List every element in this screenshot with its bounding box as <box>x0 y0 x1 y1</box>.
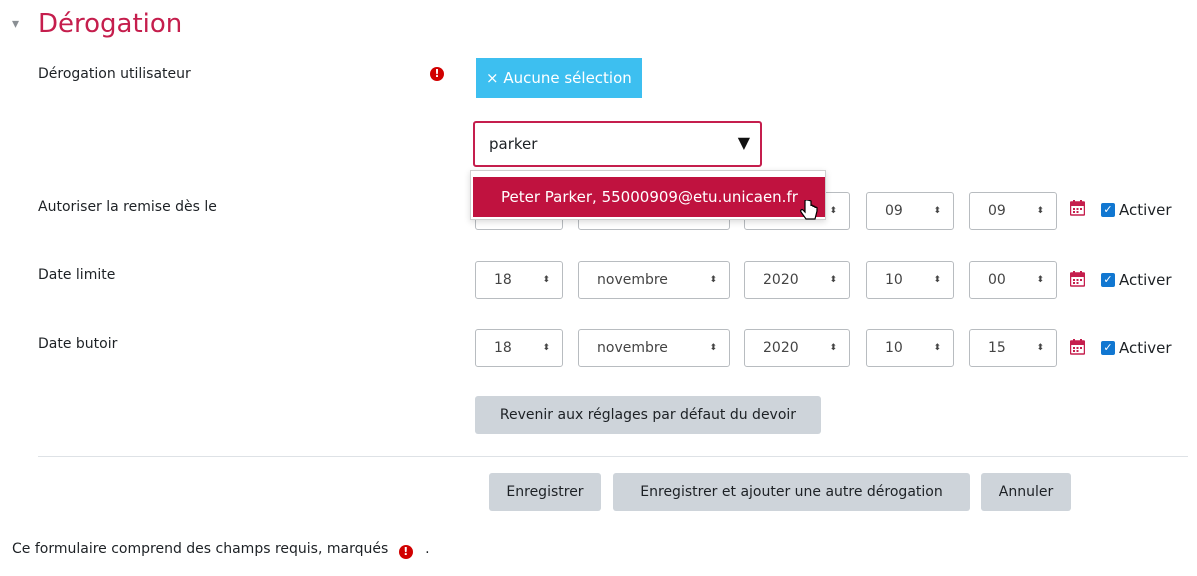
due-month-select[interactable]: novembre ⬍ <box>578 261 730 299</box>
collapse-toggle-icon[interactable]: ▾ <box>12 16 19 32</box>
cutoff-date-label: Date butoir <box>38 336 118 352</box>
required-note-suffix: . <box>425 541 430 557</box>
due-minute-value: 00 <box>988 272 1006 288</box>
cutoff-hour-value: 10 <box>885 340 903 356</box>
calendar-icon[interactable] <box>1069 271 1086 291</box>
save-button[interactable]: Enregistrer <box>489 473 601 511</box>
dropdown-toggle-icon[interactable]: ▼ <box>738 133 750 152</box>
cutoff-minute-select[interactable]: 15 ⬍ <box>969 329 1057 367</box>
cutoff-enable-checkbox[interactable]: ✓ <box>1101 341 1115 355</box>
select-arrow-icon: ⬍ <box>933 275 941 285</box>
user-override-label: Dérogation utilisateur <box>38 66 191 82</box>
due-year-value: 2020 <box>763 272 799 288</box>
save-add-another-button[interactable]: Enregistrer et ajouter une autre dérogat… <box>613 473 970 511</box>
cutoff-year-value: 2020 <box>763 340 799 356</box>
select-arrow-icon: ⬍ <box>709 275 717 285</box>
required-fields-note: Ce formulaire comprend des champs requis… <box>12 541 430 559</box>
required-icon: ! <box>430 67 444 81</box>
cutoff-day-select[interactable]: 18 ⬍ <box>475 329 563 367</box>
select-arrow-icon: ⬍ <box>829 343 837 353</box>
cutoff-month-value: novembre <box>597 340 668 356</box>
allow-hour-select[interactable]: 09 ⬍ <box>866 192 954 230</box>
select-arrow-icon: ⬍ <box>709 343 717 353</box>
divider <box>38 456 1188 457</box>
select-arrow-icon: ⬍ <box>1036 275 1044 285</box>
allow-minute-value: 09 <box>988 203 1006 219</box>
due-minute-select[interactable]: 00 ⬍ <box>969 261 1057 299</box>
suggestion-item[interactable]: Peter Parker, 55000909@etu.unicaen.fr <box>473 177 825 217</box>
due-year-select[interactable]: 2020 ⬍ <box>744 261 850 299</box>
due-enable-label[interactable]: Activer <box>1119 271 1172 289</box>
due-hour-value: 10 <box>885 272 903 288</box>
allow-minute-select[interactable]: 09 ⬍ <box>969 192 1057 230</box>
cutoff-minute-value: 15 <box>988 340 1006 356</box>
allow-hour-value: 09 <box>885 203 903 219</box>
cutoff-hour-select[interactable]: 10 ⬍ <box>866 329 954 367</box>
due-month-value: novembre <box>597 272 668 288</box>
cancel-button[interactable]: Annuler <box>981 473 1071 511</box>
section-title[interactable]: Dérogation <box>38 9 182 39</box>
select-arrow-icon: ⬍ <box>542 275 550 285</box>
allow-submissions-label: Autoriser la remise dès le <box>38 199 217 215</box>
select-arrow-icon: ⬍ <box>1036 206 1044 216</box>
select-arrow-icon: ⬍ <box>933 206 941 216</box>
select-arrow-icon: ⬍ <box>542 343 550 353</box>
required-note-text: Ce formulaire comprend des champs requis… <box>12 541 389 557</box>
select-arrow-icon: ⬍ <box>1036 343 1044 353</box>
due-hour-select[interactable]: 10 ⬍ <box>866 261 954 299</box>
select-arrow-icon: ⬍ <box>829 206 837 216</box>
allow-enable-label[interactable]: Activer <box>1119 201 1172 219</box>
suggestion-dropdown: Peter Parker, 55000909@etu.unicaen.fr <box>470 170 826 220</box>
due-date-label: Date limite <box>38 267 116 283</box>
select-arrow-icon: ⬍ <box>933 343 941 353</box>
user-search-input[interactable] <box>489 133 709 155</box>
allow-enable-checkbox[interactable]: ✓ <box>1101 203 1115 217</box>
reset-defaults-button[interactable]: Revenir aux réglages par défaut du devoi… <box>475 396 821 434</box>
cutoff-month-select[interactable]: novembre ⬍ <box>578 329 730 367</box>
calendar-icon[interactable] <box>1069 339 1086 359</box>
hand-cursor-icon <box>800 199 818 227</box>
calendar-icon[interactable] <box>1069 200 1086 220</box>
user-search-combobox[interactable]: ▼ <box>473 121 762 167</box>
cutoff-enable-label[interactable]: Activer <box>1119 339 1172 357</box>
due-day-value: 18 <box>494 272 512 288</box>
due-enable-checkbox[interactable]: ✓ <box>1101 273 1115 287</box>
select-arrow-icon: ⬍ <box>829 275 837 285</box>
required-icon: ! <box>398 545 413 559</box>
cutoff-day-value: 18 <box>494 340 512 356</box>
due-day-select[interactable]: 18 ⬍ <box>475 261 563 299</box>
no-selection-chip[interactable]: × Aucune sélection <box>476 58 642 98</box>
cutoff-year-select[interactable]: 2020 ⬍ <box>744 329 850 367</box>
